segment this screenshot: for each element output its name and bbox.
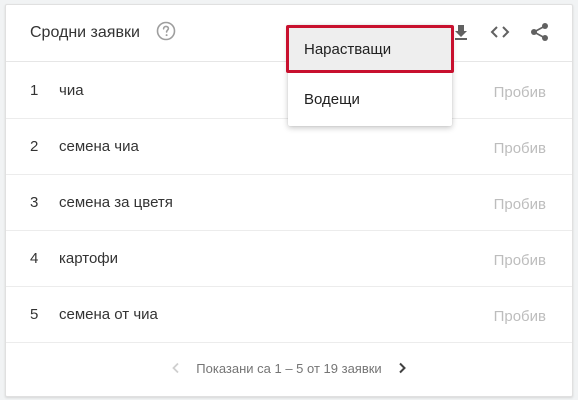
sort-option-top[interactable]: Водещи	[288, 75, 452, 123]
table-row[interactable]: 2 семена чиа Пробив	[6, 118, 572, 175]
card-title: Сродни заявки	[30, 24, 140, 41]
row-rank: 3	[30, 194, 39, 211]
chevron-left-icon[interactable]	[168, 360, 184, 376]
chevron-right-icon[interactable]	[394, 360, 410, 376]
table-row[interactable]: 3 семена за цветя Пробив	[6, 174, 572, 231]
row-rank: 1	[30, 82, 39, 99]
row-rank: 5	[30, 306, 39, 323]
sort-option-rising[interactable]: Нарастващи	[286, 25, 454, 73]
table-row[interactable]: 4 картофи Пробив	[6, 230, 572, 287]
share-icon[interactable]	[529, 21, 551, 43]
row-value: Пробив	[493, 196, 546, 213]
pagination-label: Показани са 1 – 5 от 19 заявки	[196, 360, 382, 376]
row-rank: 4	[30, 250, 39, 267]
table-row[interactable]: 5 семена от чиа Пробив	[6, 286, 572, 343]
row-rank: 2	[30, 138, 39, 155]
pagination-footer: Показани са 1 – 5 от 19 заявки	[6, 340, 572, 396]
row-term-link[interactable]: семена от чиа	[59, 306, 158, 323]
row-value: Пробив	[493, 308, 546, 325]
row-term-link[interactable]: картофи	[59, 250, 118, 267]
pagination: Показани са 1 – 5 от 19 заявки	[6, 360, 572, 377]
sort-dropdown-menu: Нарастващи Водещи	[286, 25, 454, 126]
row-term-link[interactable]: семена за цветя	[59, 194, 173, 211]
row-value: Пробив	[493, 84, 546, 101]
code-icon[interactable]	[489, 21, 511, 43]
help-circle-icon[interactable]	[156, 21, 176, 41]
row-value: Пробив	[493, 140, 546, 157]
row-term-link[interactable]: чиа	[59, 82, 84, 99]
row-value: Пробив	[493, 252, 546, 269]
row-term-link[interactable]: семена чиа	[59, 138, 139, 155]
related-queries-card: Сродни заявки 1 чиа Пробив 2 семена чиа …	[5, 4, 573, 397]
